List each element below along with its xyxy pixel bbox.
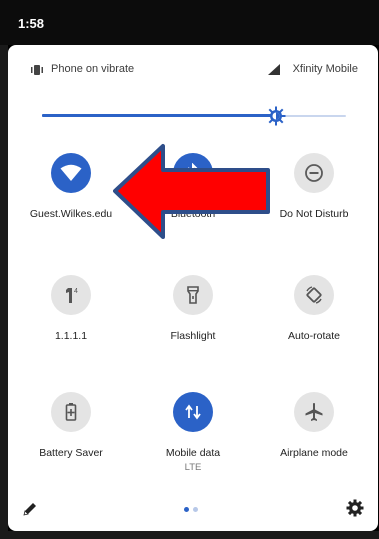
battery-saver-icon bbox=[65, 403, 77, 421]
brightness-fill bbox=[42, 114, 277, 117]
vpn-1111-button[interactable]: 4 bbox=[51, 275, 91, 315]
tile-auto-rotate[interactable]: Auto-rotate bbox=[255, 275, 375, 371]
annotation-arrow bbox=[113, 144, 270, 239]
wifi-icon bbox=[60, 164, 82, 181]
tile-label-1111: 1.1.1.1 bbox=[54, 330, 88, 342]
do-not-disturb-icon bbox=[305, 164, 323, 182]
battery-saver-button[interactable] bbox=[51, 392, 91, 432]
wifi-button[interactable] bbox=[51, 153, 91, 193]
mobile-data-button[interactable] bbox=[173, 392, 213, 432]
svg-text:4: 4 bbox=[74, 288, 78, 295]
signal-icon bbox=[268, 64, 280, 75]
airplane-mode-button[interactable] bbox=[294, 392, 334, 432]
tile-label-mobile-data: Mobile data bbox=[165, 447, 221, 459]
edit-icon[interactable] bbox=[22, 501, 38, 517]
mobile-data-icon bbox=[185, 404, 201, 420]
page-dot[interactable] bbox=[184, 507, 189, 512]
page-dot[interactable] bbox=[193, 507, 198, 512]
flashlight-button[interactable] bbox=[173, 275, 213, 315]
tile-label-auto-rotate: Auto-rotate bbox=[288, 330, 340, 342]
quick-settings-header: Phone on vibrate Xfinity Mobile bbox=[30, 63, 358, 77]
tile-battery-saver[interactable]: Battery Saver bbox=[12, 392, 132, 488]
auto-rotate-icon bbox=[306, 286, 322, 304]
tile-1111[interactable]: 4 1.1.1.1 bbox=[12, 275, 132, 371]
tile-mobile-data[interactable]: Mobile data LTE bbox=[134, 392, 254, 488]
auto-rotate-button[interactable] bbox=[294, 275, 334, 315]
quick-settings-footer bbox=[8, 491, 378, 531]
tile-label-airplane-mode: Airplane mode bbox=[280, 447, 348, 459]
do-not-disturb-button[interactable] bbox=[294, 153, 334, 193]
vibrate-icon bbox=[31, 65, 43, 75]
page-indicator[interactable] bbox=[184, 507, 204, 513]
status-time: 1:58 bbox=[18, 16, 45, 31]
airplane-icon bbox=[305, 403, 323, 421]
tile-flashlight[interactable]: Flashlight bbox=[134, 275, 254, 371]
quick-settings-panel: Phone on vibrate Xfinity Mobile Guest.Wi… bbox=[8, 45, 378, 531]
background-strip bbox=[0, 45, 8, 539]
status-bar: 1:58 bbox=[0, 0, 379, 45]
brightness-icon[interactable] bbox=[266, 106, 286, 126]
flashlight-icon bbox=[187, 286, 199, 304]
carrier-name: Xfinity Mobile bbox=[292, 63, 358, 75]
vpn-1111-icon: 4 bbox=[66, 288, 78, 303]
tile-airplane-mode[interactable]: Airplane mode bbox=[255, 392, 375, 488]
tile-do-not-disturb[interactable]: Do Not Disturb bbox=[255, 153, 375, 249]
brightness-slider[interactable] bbox=[42, 106, 346, 126]
settings-gear-icon[interactable] bbox=[346, 499, 364, 517]
background-bottom bbox=[0, 531, 379, 539]
ringer-status: Phone on vibrate bbox=[51, 63, 135, 75]
tile-label-flashlight: Flashlight bbox=[170, 330, 216, 342]
tile-label-battery-saver: Battery Saver bbox=[39, 447, 103, 459]
tile-sublabel-mobile-data: LTE bbox=[184, 462, 202, 473]
tile-label-do-not-disturb: Do Not Disturb bbox=[279, 208, 349, 220]
